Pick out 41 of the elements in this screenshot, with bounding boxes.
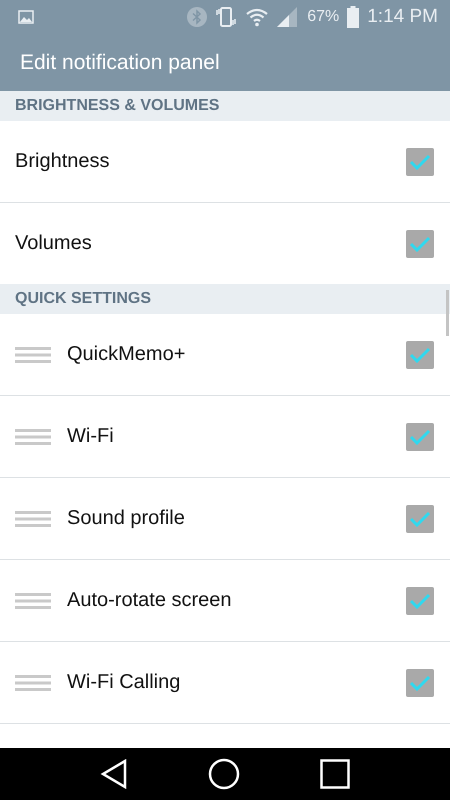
- battery-percent: 67%: [307, 8, 340, 26]
- section-title: BRIGHTNESS & VOLUMES: [15, 97, 220, 115]
- home-icon[interactable]: [208, 758, 240, 790]
- screen-title: Edit notification panel: [20, 50, 220, 74]
- signal-icon: [277, 7, 300, 27]
- setting-label: Auto-rotate screen: [67, 589, 233, 612]
- vibrate-icon: [215, 6, 238, 28]
- drag-handle-icon[interactable]: [15, 510, 51, 528]
- setting-label: Volumes: [15, 232, 93, 255]
- drag-handle-icon[interactable]: [15, 674, 51, 692]
- bluetooth-icon: [187, 7, 208, 27]
- checkmark-icon: [409, 592, 431, 608]
- back-icon[interactable]: [100, 759, 128, 789]
- checkbox[interactable]: [406, 230, 434, 258]
- battery-icon: [347, 6, 360, 28]
- checkbox[interactable]: [406, 668, 434, 696]
- checkbox[interactable]: [406, 340, 434, 368]
- setting-label: QuickMemo+: [67, 343, 186, 366]
- section-title: QUICK SETTINGS: [15, 290, 152, 308]
- picture-icon: [18, 10, 34, 24]
- clock: 1:14 PM: [367, 6, 438, 28]
- drag-handle-icon[interactable]: [15, 428, 51, 446]
- checkmark-icon: [409, 428, 431, 444]
- checkmark-icon: [409, 236, 431, 252]
- setting-label: Wi-Fi Calling: [67, 671, 182, 694]
- checkbox[interactable]: [406, 422, 434, 450]
- checkmark-icon: [409, 674, 431, 690]
- checkbox[interactable]: [406, 148, 434, 176]
- checkbox[interactable]: [406, 586, 434, 614]
- checkmark-icon: [409, 346, 431, 362]
- setting-label: Brightness: [15, 150, 110, 173]
- checkbox[interactable]: [406, 504, 434, 532]
- setting-label: Sound profile: [67, 507, 186, 530]
- scrollbar[interactable]: [446, 290, 449, 336]
- checkmark-icon: [409, 154, 431, 170]
- wifi-icon: [245, 7, 270, 27]
- setting-label: Wi-Fi: [67, 425, 115, 448]
- drag-handle-icon[interactable]: [15, 346, 51, 364]
- drag-handle-icon[interactable]: [15, 592, 51, 610]
- checkmark-icon: [409, 510, 431, 526]
- recents-icon[interactable]: [320, 759, 350, 789]
